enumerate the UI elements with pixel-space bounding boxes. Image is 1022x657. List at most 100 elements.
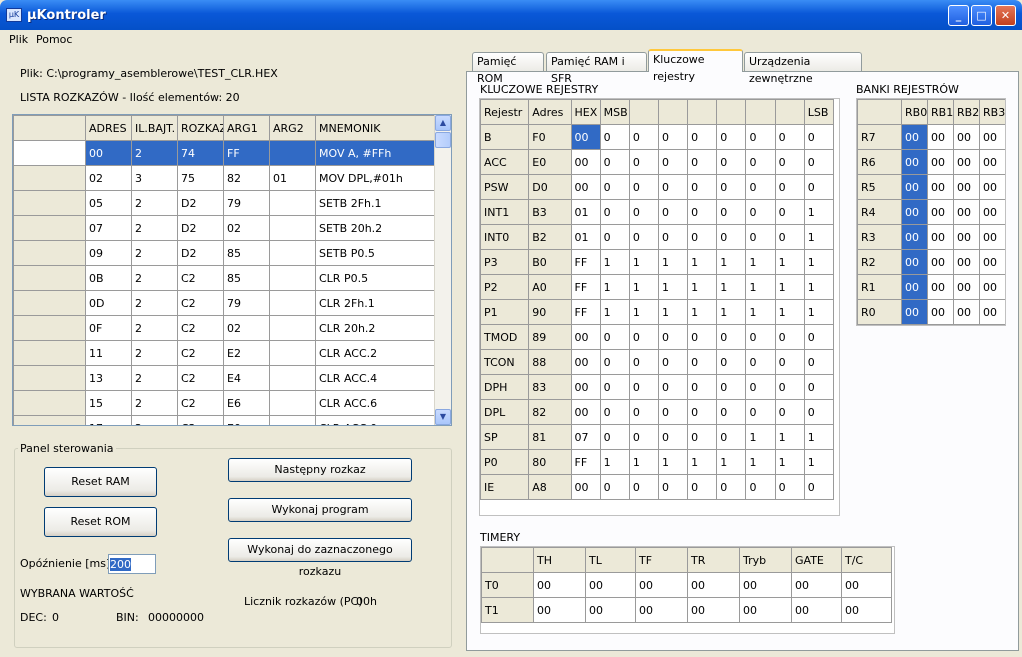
instruction-cell[interactable]: 79 [223, 190, 270, 216]
instruction-cell[interactable]: C2 [177, 315, 224, 341]
key-register-cell[interactable]: DPH [480, 374, 530, 400]
bank-register-cell[interactable]: 00 [927, 299, 954, 325]
bank-register-row[interactable]: R2 00 00 00 00 [857, 249, 1005, 275]
close-button[interactable]: ✕ [995, 5, 1016, 26]
instruction-row[interactable]: 15 2 C2 E6 CLR ACC.6 [13, 390, 437, 416]
key-register-cell[interactable]: 1 [628, 274, 659, 300]
key-register-cell[interactable]: D0 [528, 174, 572, 200]
key-register-cell[interactable]: 0 [599, 174, 630, 200]
key-register-cell[interactable]: 0 [745, 124, 776, 150]
key-register-cell[interactable]: 0 [657, 124, 689, 150]
instruction-cell[interactable]: E4 [223, 365, 270, 391]
timer-cell[interactable]: 00 [739, 572, 792, 598]
bank-register-cell[interactable]: 00 [927, 249, 954, 275]
bank-register-cell[interactable]: 00 [901, 199, 928, 225]
instruction-cell[interactable]: 2 [131, 340, 178, 366]
bank-register-cell[interactable]: R0 [857, 299, 902, 325]
key-register-cell[interactable]: 1 [803, 274, 835, 300]
instruction-cell[interactable] [269, 265, 316, 291]
key-register-cell[interactable]: INT1 [480, 199, 530, 225]
instruction-cell[interactable]: 3 [131, 165, 178, 191]
timer-cell[interactable]: 00 [687, 572, 740, 598]
key-register-row[interactable]: INT1 B3 01 0 0 0 0 0 0 0 1 [480, 199, 835, 225]
key-register-row[interactable]: SP 81 07 0 0 0 0 0 1 1 1 [480, 424, 835, 450]
key-register-cell[interactable]: P3 [480, 249, 530, 275]
instruction-cell[interactable]: C2 [177, 290, 224, 316]
instruction-cell[interactable] [269, 340, 316, 366]
instruction-cell[interactable]: E2 [223, 340, 270, 366]
bank-register-cell[interactable]: 00 [953, 249, 980, 275]
key-register-row[interactable]: TMOD 89 00 0 0 0 0 0 0 0 0 [480, 324, 835, 350]
key-register-cell[interactable]: 0 [687, 199, 718, 225]
key-register-cell[interactable]: E0 [528, 149, 572, 175]
key-register-cell[interactable]: 1 [687, 249, 718, 275]
instruction-cell[interactable]: 2 [131, 265, 178, 291]
key-register-row[interactable]: INT0 B2 01 0 0 0 0 0 0 0 1 [480, 224, 835, 250]
bank-register-cell[interactable]: 00 [953, 174, 980, 200]
title-bar[interactable]: µK µKontroler _ □ ✕ [0, 0, 1022, 30]
instruction-row[interactable]: 02 3 75 82 01 MOV DPL,#01h [13, 165, 437, 191]
scroll-up-icon[interactable]: ▲ [435, 115, 451, 131]
key-register-cell[interactable]: FF [570, 274, 601, 300]
key-register-cell[interactable]: 0 [599, 199, 630, 225]
instruction-cell[interactable]: SETB 2Fh.1 [315, 190, 437, 216]
bank-register-cell[interactable]: 00 [979, 149, 1005, 175]
instruction-cell[interactable]: 07 [85, 215, 132, 241]
instruction-cell[interactable]: MOV A, #FFh [315, 140, 437, 166]
instruction-cell[interactable] [13, 265, 86, 291]
bank-register-cell[interactable]: 00 [901, 249, 928, 275]
instruction-cell[interactable]: SETB 20h.2 [315, 215, 437, 241]
key-register-cell[interactable]: 00 [570, 149, 601, 175]
key-register-cell[interactable]: 1 [599, 249, 630, 275]
timer-cell[interactable]: 00 [687, 597, 740, 623]
instruction-cell[interactable]: 85 [223, 240, 270, 266]
timer-cell[interactable]: T1 [481, 597, 534, 623]
instruction-cell[interactable]: FF [223, 140, 270, 166]
instruction-cell[interactable]: CLR P0.5 [315, 265, 437, 291]
key-register-cell[interactable]: 1 [657, 249, 689, 275]
timer-cell[interactable]: 00 [533, 597, 586, 623]
instruction-cell[interactable]: 2 [131, 215, 178, 241]
key-register-cell[interactable]: 1 [657, 299, 689, 325]
key-register-cell[interactable]: 1 [599, 299, 630, 325]
bank-register-cell[interactable]: 00 [979, 224, 1005, 250]
instruction-cell[interactable]: 75 [177, 165, 224, 191]
instruction-cell[interactable]: 17 [85, 415, 132, 425]
key-register-cell[interactable]: 0 [745, 199, 776, 225]
key-register-cell[interactable]: 1 [716, 274, 747, 300]
bank-register-cell[interactable]: R3 [857, 224, 902, 250]
key-register-cell[interactable]: SP [480, 424, 530, 450]
bank-register-cell[interactable]: 00 [901, 149, 928, 175]
key-register-cell[interactable]: 1 [803, 424, 835, 450]
bank-register-cell[interactable]: 00 [953, 224, 980, 250]
key-register-cell[interactable]: 0 [745, 324, 776, 350]
key-register-cell[interactable]: 0 [657, 224, 689, 250]
instruction-cell[interactable]: 0F [85, 315, 132, 341]
key-register-cell[interactable]: 89 [528, 324, 572, 350]
instruction-cell[interactable] [13, 290, 86, 316]
bank-register-row[interactable]: R5 00 00 00 00 [857, 174, 1005, 200]
key-register-cell[interactable]: 0 [716, 424, 747, 450]
key-register-cell[interactable]: 01 [570, 199, 601, 225]
key-register-cell[interactable]: FF [570, 249, 601, 275]
key-register-cell[interactable]: 00 [570, 399, 601, 425]
key-register-cell[interactable]: 0 [628, 224, 659, 250]
instruction-cell[interactable]: CLR 2Fh.1 [315, 290, 437, 316]
bank-register-cell[interactable]: 00 [953, 124, 980, 150]
key-register-cell[interactable]: 0 [687, 149, 718, 175]
run-program-button[interactable]: Wykonaj program [228, 498, 412, 522]
key-register-cell[interactable]: 1 [745, 449, 776, 475]
minimize-button[interactable]: _ [948, 5, 969, 26]
key-register-cell[interactable]: 1 [628, 249, 659, 275]
key-register-row[interactable]: TCON 88 00 0 0 0 0 0 0 0 0 [480, 349, 835, 375]
key-register-cell[interactable]: 1 [716, 449, 747, 475]
instruction-cell[interactable]: 2 [131, 290, 178, 316]
key-register-cell[interactable]: 0 [803, 324, 835, 350]
key-register-cell[interactable]: 0 [716, 124, 747, 150]
key-register-cell[interactable]: TMOD [480, 324, 530, 350]
key-register-cell[interactable]: P1 [480, 299, 530, 325]
key-register-cell[interactable]: 1 [774, 299, 805, 325]
instruction-row[interactable]: 172C2E0 CLR ACC.0 [13, 415, 437, 425]
key-register-cell[interactable]: 0 [716, 374, 747, 400]
bank-register-cell[interactable]: 00 [979, 274, 1005, 300]
